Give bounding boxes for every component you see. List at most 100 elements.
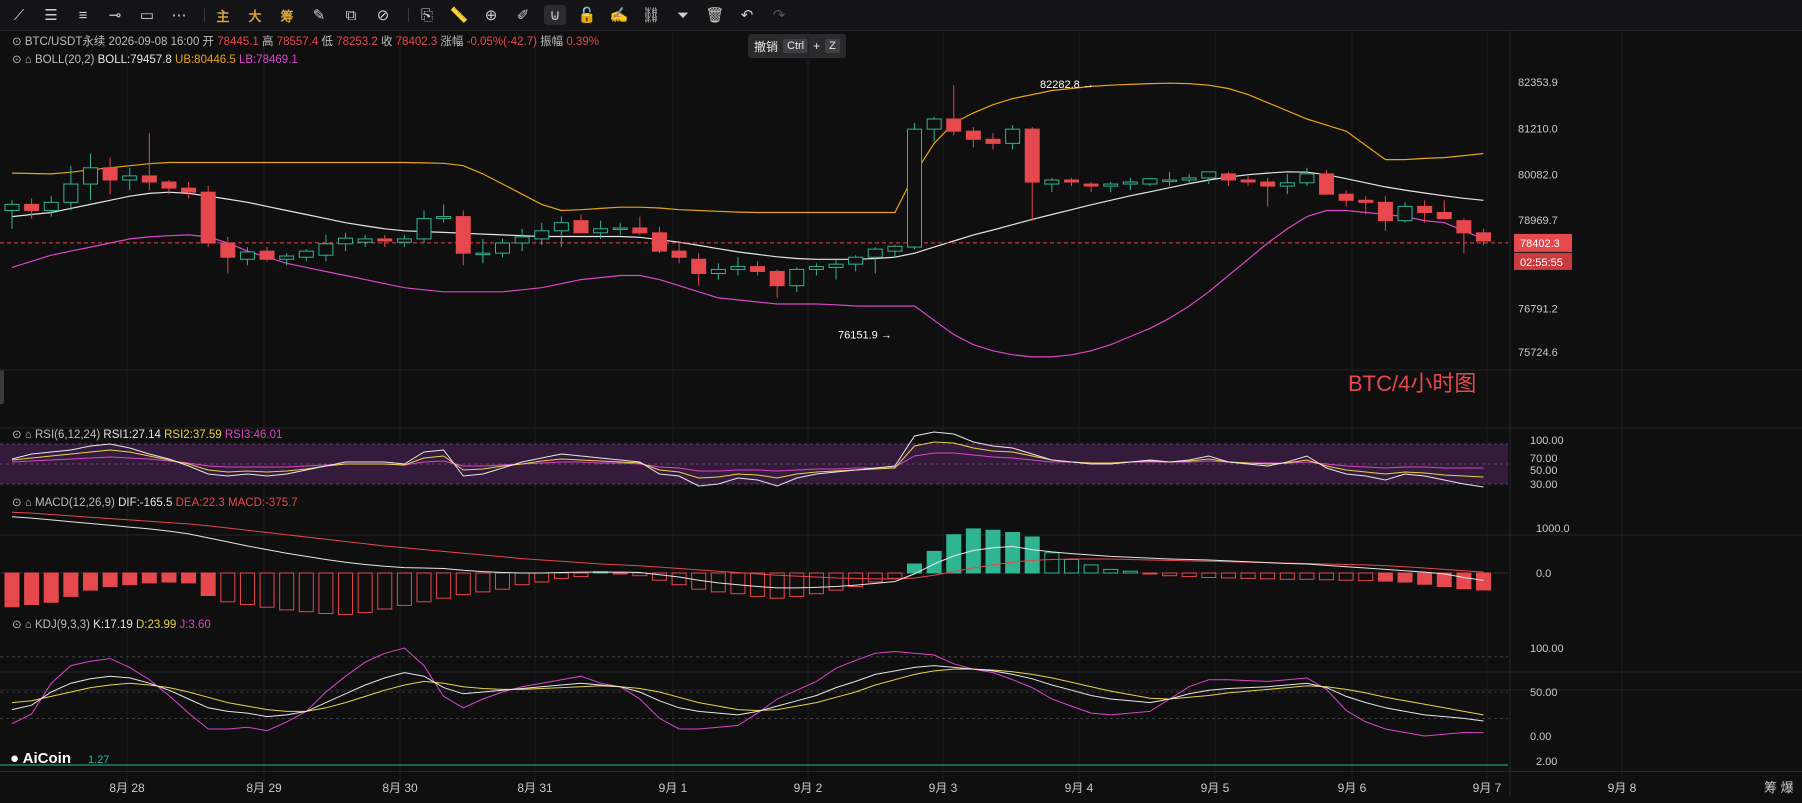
toolbar-separator	[204, 8, 205, 22]
ruler-icon[interactable]: 📏	[448, 5, 470, 25]
candle-body	[200, 191, 216, 244]
macd-histogram-bar	[750, 572, 766, 597]
boll-toggle-icon: ⊙ ⌂	[12, 54, 35, 66]
countdown-value: 02:55:55	[1520, 257, 1563, 269]
magnet-icon[interactable]: ⊍	[544, 5, 566, 25]
macd-histogram-bar	[200, 572, 216, 596]
main-chart-toggle[interactable]: 主	[212, 5, 234, 25]
macd-axis-label: 1000.0	[1536, 523, 1570, 535]
corner-label: 筹 爆	[1764, 780, 1794, 795]
candle-body	[161, 181, 177, 189]
macd-toggle-icon: ⊙ ⌂	[12, 497, 35, 509]
rsi-axis-label: 30.00	[1530, 479, 1558, 491]
candle-body	[141, 175, 157, 183]
low-value: 78253.2	[336, 36, 381, 48]
change-label: 涨幅	[440, 35, 466, 48]
candle-body	[495, 242, 510, 254]
amplitude-label: 振幅	[540, 34, 566, 48]
candle-body	[534, 230, 550, 240]
macd-histogram-bar	[1083, 564, 1099, 574]
x-axis-label: 9月 7	[1473, 781, 1502, 795]
highlighter-icon[interactable]: ✐	[512, 5, 534, 25]
candle-body	[1279, 182, 1295, 187]
macd-histogram-bar	[318, 572, 334, 614]
candle-body	[43, 201, 59, 211]
macd-histogram-bar	[612, 572, 628, 575]
open-value: 78445.1	[217, 36, 262, 48]
chips-toggle[interactable]: 筹	[276, 5, 298, 25]
macd-histogram-bar	[24, 572, 40, 605]
candle-body	[1260, 181, 1276, 187]
trendline-tool-icon[interactable]: ⟋	[8, 5, 30, 25]
brush-icon[interactable]: ✎	[308, 5, 330, 25]
kline-chart[interactable]: BTC/4小时图 82282.8 → 76151.9 → 82353.9 81210.0…	[0, 31, 1802, 803]
candle-body	[24, 203, 40, 211]
link-icon[interactable]: ⛓	[640, 5, 662, 25]
macd-header: ⊙ ⌂ MACD(12,26,9) DIF:-165.5 DEA:22.3 MA…	[12, 497, 298, 509]
candle-body	[1181, 177, 1197, 181]
macd-axis-label: 0.0	[1536, 568, 1551, 580]
macd-histogram-bar	[357, 572, 373, 614]
candle-body	[102, 167, 118, 181]
candle-body	[1456, 220, 1472, 234]
large-toggle[interactable]: 大	[244, 5, 266, 25]
candle-body	[828, 263, 844, 268]
horizontal-ray-tool-icon[interactable]: ⊸	[104, 5, 126, 25]
macd-histogram-bar	[534, 572, 550, 583]
price-axis-label: 82353.9	[1518, 77, 1558, 89]
macd-histogram-bar	[553, 572, 569, 579]
boll-lb-line	[11, 209, 1484, 358]
macd-histogram-bar	[730, 572, 746, 595]
horizontal-lines-tool-icon[interactable]: ≡	[72, 5, 94, 25]
kdj-header: ⊙ ⌂ KDJ(9,3,3) K:17.19 D:23.99 J:3.60	[12, 619, 211, 631]
redo-icon[interactable]: ↷	[768, 5, 790, 25]
candle-body	[436, 216, 452, 220]
candle-body	[1063, 179, 1079, 183]
edit-note-icon[interactable]: ✍	[608, 5, 630, 25]
candle-body	[612, 227, 628, 230]
filter-icon[interactable]: ⏷	[672, 5, 694, 25]
candle-body	[1299, 173, 1315, 184]
symbol-header: ⊙ BTC/USDT永续 2026-09-08 16:00 开 78445.1 …	[12, 34, 599, 48]
symbol-name: BTC/USDT永续	[25, 34, 109, 48]
candle-body	[769, 270, 785, 287]
macd-histogram-bar	[102, 572, 118, 587]
x-axis-label: 9月 3	[929, 781, 958, 795]
candle-body	[1358, 199, 1374, 203]
macd-histogram-bar	[867, 572, 883, 583]
close-label: 收	[381, 34, 396, 48]
chart-copy-icon[interactable]: ⧉	[340, 5, 362, 25]
save-drawing-icon[interactable]: ⎘	[416, 5, 438, 25]
macd-histogram-bar	[259, 572, 275, 608]
macd-histogram-bar	[43, 572, 59, 603]
price-axis-label: 80082.0	[1518, 170, 1558, 182]
rectangle-tool-icon[interactable]: ▭	[136, 5, 158, 25]
candle-body	[1436, 212, 1452, 220]
undo-icon[interactable]: ↶	[736, 5, 758, 25]
macd-dea-line	[11, 511, 1484, 580]
boll-label: BOLL(20,2)	[35, 54, 98, 66]
x-axis-label: 8月 29	[246, 781, 282, 795]
zoom-icon[interactable]: ⊕	[480, 5, 502, 25]
candle-body	[730, 266, 746, 270]
rsi-axis-label: 100.00	[1530, 435, 1564, 447]
rsi2-value: RSI2:37.59	[164, 429, 225, 441]
parallel-lines-tool-icon[interactable]: ☰	[40, 5, 62, 25]
macd-histogram-bar	[1142, 572, 1158, 575]
price-axis-label: 81210.0	[1518, 124, 1558, 136]
erase-lines-icon[interactable]: ⊘	[372, 5, 394, 25]
candle-body	[259, 250, 275, 260]
macd-histogram-bar	[495, 572, 510, 590]
macd-histogram-bar	[1456, 572, 1472, 590]
x-axis-label: 9月 1	[659, 781, 688, 795]
lock-icon[interactable]: 🔓	[576, 5, 598, 25]
candle-body	[1338, 193, 1354, 201]
macd-histogram-bar	[985, 529, 1001, 574]
more-tools-icon[interactable]: ⋯	[168, 5, 190, 25]
macd-dif-line	[11, 516, 1484, 589]
rsi-axis-label: 70.00	[1530, 453, 1558, 465]
kdj-axis-label: 50.00	[1530, 687, 1558, 699]
candle-body	[357, 238, 373, 243]
high-label: 高	[262, 34, 277, 48]
trash-icon[interactable]: 🗑	[704, 5, 726, 25]
